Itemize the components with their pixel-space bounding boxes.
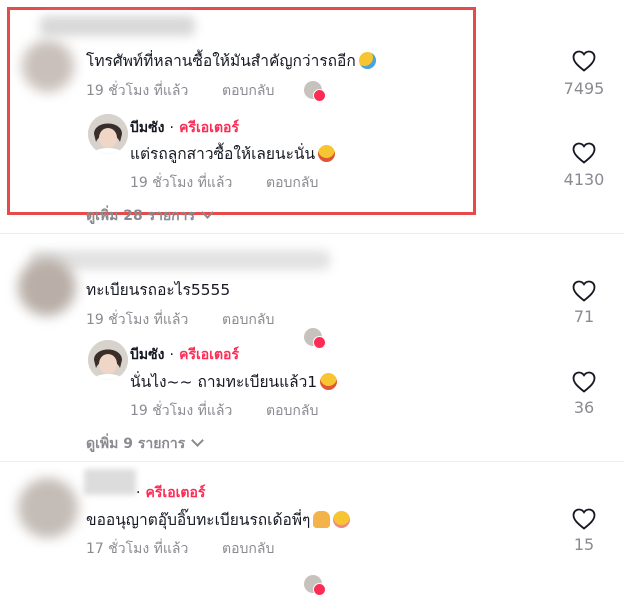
chevron-down-icon <box>191 434 205 447</box>
reply-button[interactable]: ตอบกลับ <box>222 80 274 102</box>
heart-outline-icon <box>572 142 596 164</box>
like-button[interactable] <box>554 50 614 72</box>
commenter-name-blurred <box>30 250 330 270</box>
creator-badge: ครีเอเตอร์ <box>145 485 206 501</box>
like-count: 15 <box>573 535 595 554</box>
like-count: 4130 <box>563 170 605 189</box>
like-button[interactable] <box>554 371 614 393</box>
comment-text: โทรศัพท์ที่หลานซื้อให้มันสำคัญกว่ารถอีก <box>86 48 376 73</box>
reply-button[interactable]: ตอบกลับ <box>266 400 318 422</box>
like-button[interactable] <box>554 508 614 530</box>
reply-author[interactable]: บีมซัง <box>130 120 164 136</box>
creator-avatar-icon[interactable] <box>88 340 128 380</box>
reply-button[interactable]: ตอบกลับ <box>222 538 274 560</box>
emoji-pray <box>313 511 331 528</box>
creator-liked-avatar <box>304 81 326 102</box>
commenter-name-blurred <box>40 16 195 36</box>
reply-time: 19 ชั่วโมง ที่แล้ว <box>130 175 233 191</box>
heart-outline-icon <box>572 280 596 302</box>
like-count: 36 <box>573 398 595 417</box>
comment-time: 17 ชั่วโมง ที่แล้ว <box>86 541 189 557</box>
commenter-avatar[interactable] <box>18 258 76 316</box>
reply-button[interactable]: ตอบกลับ <box>222 309 274 331</box>
view-more-replies[interactable]: ดูเพิ่ม 28 รายการ <box>86 205 214 227</box>
divider <box>0 233 624 234</box>
creator-badge: ครีเอเตอร์ <box>179 347 239 363</box>
view-more-replies[interactable]: ดูเพิ่ม 9 รายการ <box>86 433 205 455</box>
commenter-name-blurred <box>84 469 136 495</box>
reply-button[interactable]: ตอบกลับ <box>266 172 318 194</box>
like-button[interactable] <box>554 280 614 302</box>
like-count: 71 <box>573 307 595 326</box>
chevron-down-icon <box>201 206 214 219</box>
emoji-laughing <box>320 373 338 390</box>
reply-author-line: บีมซัง · ครีเอเตอร์ <box>130 347 239 363</box>
like-count: 7495 <box>563 79 605 98</box>
emoji-sweat-smile <box>358 52 376 69</box>
creator-liked-avatar <box>304 575 326 596</box>
emoji-laughing <box>318 145 336 162</box>
heart-outline-icon <box>572 50 596 72</box>
heart-outline-icon <box>572 508 596 530</box>
emoji-blush <box>333 511 351 528</box>
divider <box>0 461 624 462</box>
commenter-avatar[interactable] <box>18 478 78 538</box>
comment-text: ขออนุญาตอุ๊บอิ๊บทะเบียนรถเด้อพี่ๆ <box>86 507 351 532</box>
like-button[interactable] <box>554 142 614 164</box>
comment-text: ทะเบียนรถอะไร5555 <box>86 281 231 299</box>
reply-author-line: บีมซัง · ครีเอเตอร์ <box>130 120 239 136</box>
commenter-avatar[interactable] <box>22 40 74 92</box>
reply-text: นั่นไง~~ ถามทะเบียนแล้ว1 <box>130 369 338 394</box>
creator-badge: ครีเอเตอร์ <box>179 120 239 136</box>
reply-time: 19 ชั่วโมง ที่แล้ว <box>130 403 233 419</box>
creator-avatar-icon[interactable] <box>88 114 128 154</box>
comment-time: 19 ชั่วโมง ที่แล้ว <box>86 312 189 328</box>
creator-liked-avatar <box>304 328 326 349</box>
comment-author-line: · ครีเอเตอร์ <box>136 485 206 501</box>
highlight-box <box>7 7 476 215</box>
comment-time: 19 ชั่วโมง ที่แล้ว <box>86 83 189 99</box>
reply-text: แต่รถลูกสาวซื้อให้เลยนะนั่น <box>130 141 336 166</box>
reply-author[interactable]: บีมซัง <box>130 347 164 363</box>
heart-outline-icon <box>572 371 596 393</box>
